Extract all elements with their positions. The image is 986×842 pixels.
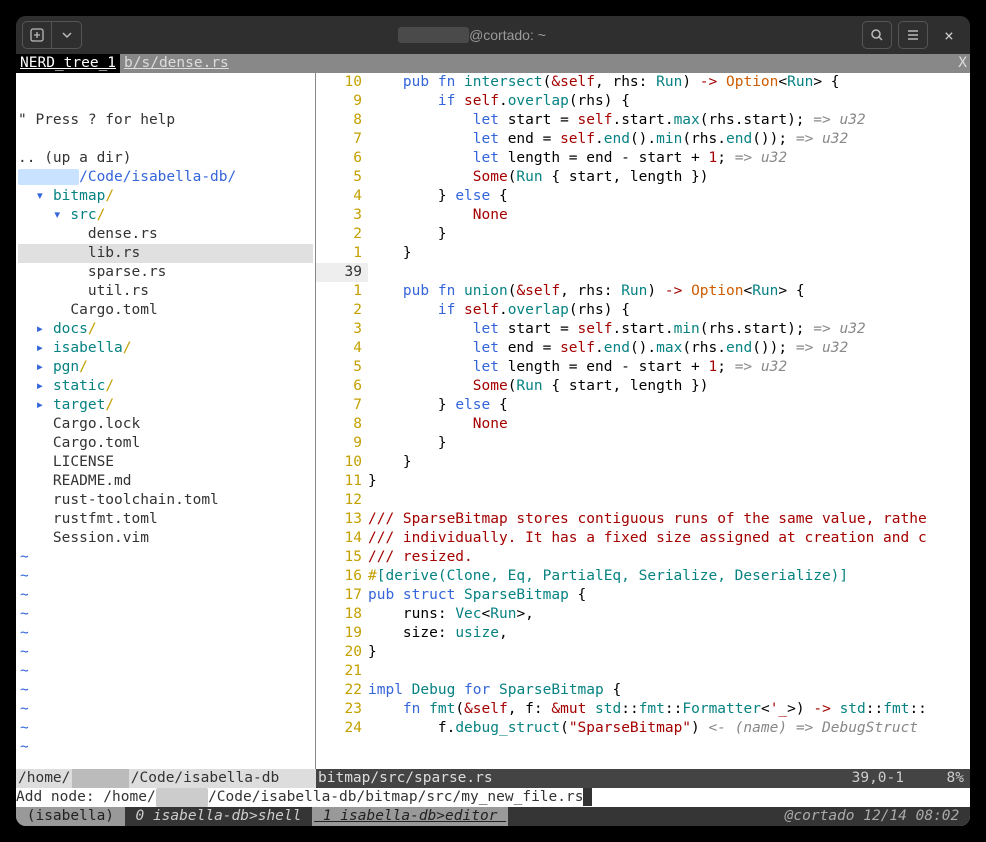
vim-tabline: NERD_tree_1 b/s/dense.rs X <box>16 54 970 73</box>
statusline: /home/xxxxxx/Code/isabella-db bitmap/src… <box>16 769 970 788</box>
tab-dropdown-button[interactable] <box>52 21 82 49</box>
tmux-window-0[interactable]: 0 isabella-db>shell <box>125 807 312 826</box>
window-title: xxxxx@cortado: ~ <box>82 26 862 45</box>
tmux-clock: @cortado 12/14 08:02 <box>783 807 970 826</box>
new-tab-button[interactable] <box>22 21 52 49</box>
statusline-left: /home/xxxxxx/Code/isabella-db <box>16 769 316 788</box>
tmux-window-1[interactable]: 1 isabella-db>editor <box>312 807 508 826</box>
search-icon[interactable] <box>862 21 892 49</box>
vim-cmdline[interactable]: Add node: /home/xxxxxx/Code/isabella-db/… <box>16 788 970 807</box>
nerdtree-pane[interactable]: " Press ? for help .. (up a dir)xxxxxxx/… <box>16 73 316 769</box>
tmux-statusline: (isabella) 0 isabella-db>shell 1 isabell… <box>16 807 970 826</box>
tab-file[interactable]: b/s/dense.rs <box>120 54 233 73</box>
menu-icon[interactable] <box>898 21 928 49</box>
tab-nerdtree[interactable]: NERD_tree_1 <box>16 54 120 73</box>
tmux-session[interactable]: (isabella) <box>16 807 125 826</box>
terminal-window: xxxxx@cortado: ~ × NERD_tree_1 b/s/dense… <box>16 16 970 826</box>
tab-close-icon[interactable]: X <box>955 54 970 73</box>
titlebar: xxxxx@cortado: ~ × <box>16 16 970 54</box>
close-icon[interactable]: × <box>934 26 964 45</box>
code-pane[interactable]: 1098765432139123456789101112131415161718… <box>316 73 970 769</box>
statusline-right: bitmap/src/sparse.rs 39,0-1 8% <box>316 769 970 788</box>
cursor <box>583 788 592 806</box>
line-gutter: 1098765432139123456789101112131415161718… <box>316 73 368 769</box>
source-code[interactable]: pub fn intersect(&self, rhs: Run) -> Opt… <box>368 73 970 769</box>
